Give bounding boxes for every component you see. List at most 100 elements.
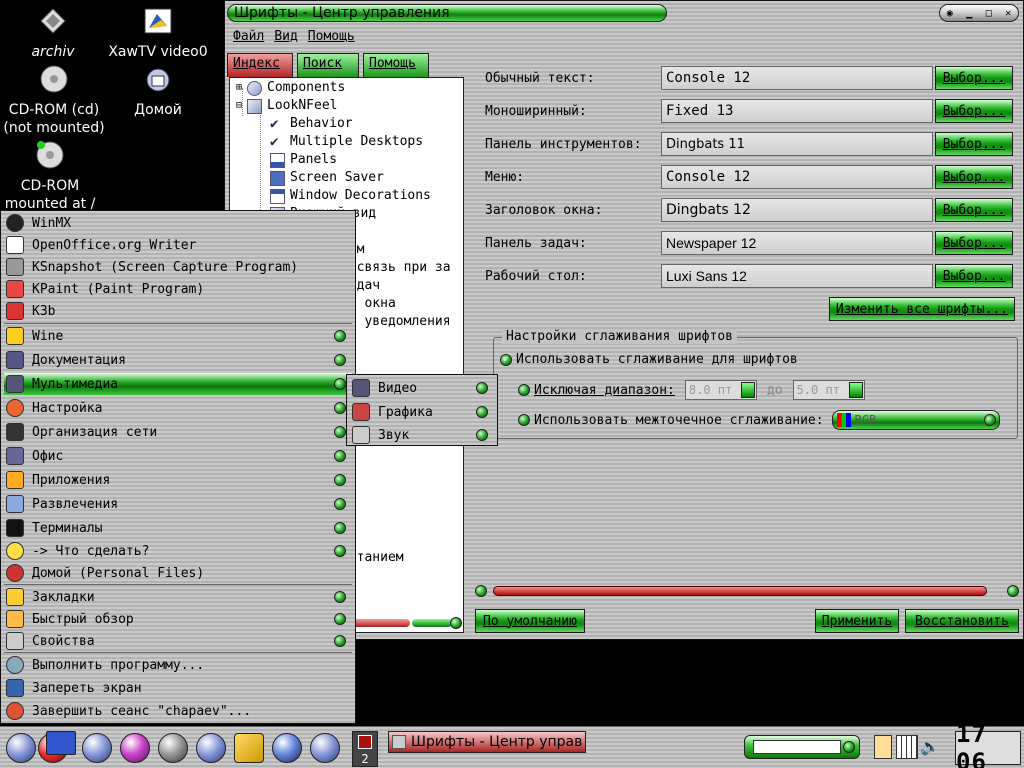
change-all-fonts-button[interactable]: Изменить все шрифты... xyxy=(829,297,1015,321)
tree-item-looknfeel[interactable]: ⊟ LookNFeel xyxy=(236,97,337,115)
choose-font-button[interactable]: Выбор... xyxy=(935,165,1013,189)
choose-font-button[interactable]: Выбор... xyxy=(935,66,1013,90)
properties-icon xyxy=(6,632,24,650)
folder-icon[interactable] xyxy=(234,733,264,763)
tree-item-screen-saver[interactable]: Screen Saver xyxy=(270,169,384,187)
maximize-icon[interactable]: □ xyxy=(986,8,992,19)
spin-arrows-icon[interactable] xyxy=(848,382,863,398)
scroll-left-icon[interactable] xyxy=(475,585,487,597)
submenu-item-graphics[interactable]: Графика xyxy=(350,401,494,423)
subpixel-checkbox[interactable] xyxy=(518,414,530,426)
show-desktop-icon[interactable] xyxy=(46,731,76,755)
subpixel-label: Использовать межточечное сглаживание: xyxy=(534,412,824,428)
run-go-icon[interactable] xyxy=(843,741,855,753)
subpixel-select[interactable]: RGB xyxy=(831,410,1000,430)
clock[interactable]: 17 06 xyxy=(955,720,1021,768)
menu-item-home[interactable]: Домой (Personal Files) xyxy=(4,562,352,584)
sidebar-tabs: Индекс Поиск Помощь xyxy=(227,53,467,77)
volume-icon[interactable]: 🔈 xyxy=(920,737,942,757)
tree-item-multiple-desktops[interactable]: ✔ Multiple Desktops xyxy=(270,133,423,151)
desktop-icon-cdrom[interactable]: CD-ROM (cd) (not mounted) xyxy=(2,64,106,137)
calendar-icon[interactable] xyxy=(896,735,918,759)
kmenu-button-icon[interactable] xyxy=(6,733,36,763)
menu-item-writer[interactable]: OpenOffice.org Writer xyxy=(4,234,352,256)
exclude-from-spinbox[interactable]: 8.0 пт xyxy=(684,380,757,400)
font-value: Fixed 13 xyxy=(661,99,933,123)
tree-item-notifications[interactable]: ие уведомления xyxy=(341,313,451,331)
exclude-to-spinbox[interactable]: 5.0 пт xyxy=(792,380,865,400)
minimize-icon[interactable]: ▁ xyxy=(966,8,972,19)
bottom-scrollbar[interactable] xyxy=(473,583,1021,599)
desktop-icon-xawtv[interactable]: XawTV video0 xyxy=(104,6,212,61)
scroll-right-icon[interactable] xyxy=(450,617,462,629)
menu-item-office[interactable]: Офис xyxy=(4,445,352,467)
window-title: Шрифты - Центр управления xyxy=(227,4,667,22)
terminal-icon xyxy=(6,519,24,537)
browser-icon[interactable] xyxy=(120,733,150,763)
taskbar-input[interactable] xyxy=(744,735,860,759)
apply-button[interactable]: Применить xyxy=(815,609,899,633)
choose-font-button[interactable]: Выбор... xyxy=(935,264,1013,288)
choose-font-button[interactable]: Выбор... xyxy=(935,132,1013,156)
tree-item-components[interactable]: ⊞ Components xyxy=(236,79,345,97)
menu-item-logout[interactable]: Завершить сеанс "chapaev"... xyxy=(4,700,352,722)
choose-font-button[interactable]: Выбор... xyxy=(935,99,1013,123)
menu-item-k3b[interactable]: K3b xyxy=(4,300,352,322)
desktop-pager[interactable]: 2 xyxy=(352,731,378,767)
use-antialiasing-checkbox[interactable]: ✓ Использовать сглаживание для шрифтов xyxy=(500,352,798,367)
desktop-icon-home[interactable]: Домой xyxy=(130,64,186,119)
menu-item-games[interactable]: Развлечения xyxy=(4,493,352,515)
terminal-launcher-icon[interactable] xyxy=(158,733,188,763)
menu-item-multimedia[interactable]: Мультимедиа xyxy=(4,373,352,395)
kcontrol-icon[interactable] xyxy=(82,733,112,763)
tab-index[interactable]: Индекс xyxy=(227,53,293,77)
menu-item-wine[interactable]: Wine xyxy=(4,325,352,347)
menu-file[interactable]: Файл xyxy=(233,29,264,44)
font-label: Панель инструментов: xyxy=(485,136,642,152)
task-button-control-center[interactable]: Шрифты - Центр управ xyxy=(388,731,586,753)
choose-font-button[interactable]: Выбор... xyxy=(935,231,1013,255)
desktop-icon-archiv[interactable]: archiv xyxy=(28,6,78,61)
tab-search[interactable]: Поиск xyxy=(297,53,359,77)
printer-icon[interactable] xyxy=(196,733,226,763)
menu-item-ksnapshot[interactable]: KSnapshot (Screen Capture Program) xyxy=(4,256,352,278)
submenu-item-video[interactable]: Видео xyxy=(350,377,494,399)
window-titlebar[interactable]: Шрифты - Центр управления ◉ ▁ □ ✕ xyxy=(225,1,1023,25)
menu-item-network[interactable]: Организация сети xyxy=(4,421,352,443)
klipper-icon[interactable] xyxy=(874,735,892,759)
tab-help[interactable]: Помощь xyxy=(363,53,429,77)
close-icon[interactable]: ✕ xyxy=(1005,8,1011,19)
menu-item-kpaint[interactable]: KPaint (Paint Program) xyxy=(4,278,352,300)
exclude-range-checkbox[interactable] xyxy=(518,384,530,396)
menu-item-whattodo[interactable]: -> Что сделать? xyxy=(4,540,352,562)
submenu-arrow-icon xyxy=(334,354,346,366)
menu-item-quickbrowse[interactable]: Быстрый обзор xyxy=(4,608,352,630)
menu-help[interactable]: Помощь xyxy=(308,29,355,44)
submenu-item-sound[interactable]: Звук xyxy=(350,424,494,446)
choose-font-button[interactable]: Выбор... xyxy=(935,198,1013,222)
mail-icon[interactable] xyxy=(310,733,340,763)
menu-view[interactable]: Вид xyxy=(274,29,297,44)
tree-item-feedback[interactable]: я связь при за xyxy=(341,259,451,277)
menu-item-docs[interactable]: Документация xyxy=(4,349,352,371)
menu-item-winmx[interactable]: WinMX xyxy=(4,212,352,234)
spin-arrows-icon[interactable] xyxy=(740,382,755,398)
scroll-right-icon[interactable] xyxy=(1007,585,1019,597)
menu-item-lock[interactable]: Запереть экран xyxy=(4,677,352,699)
tree-item-behavior[interactable]: ✔ Behavior xyxy=(270,115,353,133)
tree-item-window-decorations[interactable]: Window Decorations xyxy=(270,187,431,205)
konqueror-icon[interactable] xyxy=(272,733,302,763)
defaults-button[interactable]: По умолчанию xyxy=(475,609,585,633)
tree-item-panels[interactable]: Panels xyxy=(270,151,337,169)
menu-item-settings[interactable]: Настройка xyxy=(4,397,352,419)
desktop-icon-cdrom-mounted[interactable]: CD-ROM mounted at / xyxy=(4,140,96,213)
checkmark-icon: ✔ xyxy=(270,116,285,132)
menu-item-applications[interactable]: Приложения xyxy=(4,469,352,491)
menu-item-properties[interactable]: Свойства xyxy=(4,630,352,652)
menu-button-icon[interactable]: ◉ xyxy=(947,8,953,19)
menu-item-terminals[interactable]: Терминалы xyxy=(4,517,352,539)
menu-item-run[interactable]: Выполнить программу... xyxy=(4,654,352,676)
menu-item-bookmarks[interactable]: Закладки xyxy=(4,586,352,608)
restore-button[interactable]: Восстановить xyxy=(905,609,1019,633)
font-value: Console 12 xyxy=(661,66,933,90)
